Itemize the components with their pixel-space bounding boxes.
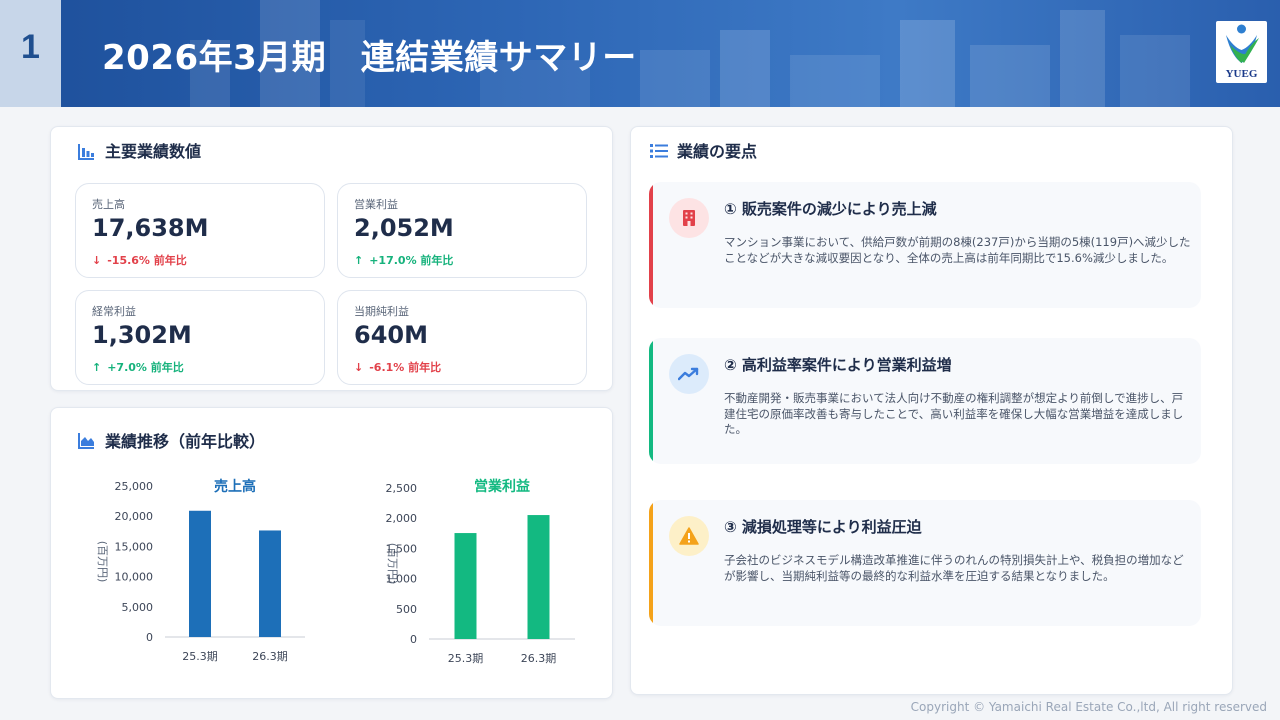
bar-26.3期: [527, 515, 550, 639]
y-tick-label: 1,500: [386, 542, 418, 555]
kpi-change-text: -15.6% 前年比: [107, 254, 187, 267]
sales-bar-chart: 売上高 (百万円) 25,000 20,000 15,000 10,000 5,000 0 25…: [96, 478, 305, 663]
point-item-impairment: ③ 減損処理等により利益圧迫 子会社のビジネスモデル構造改革推進に伴うのれんの特…: [649, 500, 1201, 626]
kpi-change: ↓ -15.6% 前年比: [92, 252, 187, 268]
kpi-card: 主要業績数値 売上高 17,638M ↓ -15.6% 前年比 営業利益 2,0…: [50, 126, 613, 391]
operating-profit-bar-chart: 営業利益(百万円)2,5002,0001,5001,000500025.3期 26…: [386, 478, 575, 665]
point-item-operating-profit-increase: ② 高利益率案件により営業利益増 不動産開発・販売事業において法人向け不動産の権…: [649, 338, 1201, 464]
page-number: 1: [21, 28, 40, 66]
y-axis-label: (百万円): [96, 541, 109, 583]
point-body: マンション事業において、供給戸数が前期の8棟(237戸)から当期の5棟(119戸…: [724, 235, 1191, 265]
kpi-label: 売上高: [92, 198, 125, 211]
list-icon: [650, 144, 668, 158]
kpi-section-title: 主要業績数値: [105, 142, 202, 161]
point-body: 子会社のビジネスモデル構造改革推進に伴うのれんの特別損失計上や、税負担の増加など…: [724, 553, 1184, 583]
kpi-label: 営業利益: [354, 198, 398, 211]
point-body: 不動産開発・販売事業において法人向け不動産の権利調整が想定より前倒しで進捗し、戸…: [724, 391, 1184, 436]
x-tick-label: 26.3期: [252, 650, 288, 663]
point-item-sales-decrease: ① 販売案件の減少により売上減 マンション事業において、供給戸数が前期の8棟(2…: [649, 182, 1201, 308]
page-title: 2026年3月期 連結業績サマリー: [102, 38, 637, 78]
point-title: ② 高利益率案件により営業利益増: [724, 356, 952, 374]
warning-icon: [669, 516, 709, 556]
page-number-box: 1: [0, 0, 61, 107]
accent-bar: [649, 182, 653, 308]
points-section-title: 業績の要点: [677, 142, 758, 161]
kpi-tile-sales: 売上高 17,638M ↓ -15.6% 前年比: [75, 183, 325, 278]
chart-title: 営業利益: [474, 478, 530, 495]
area-chart-icon: [78, 433, 94, 449]
bar-chart-icon: [78, 144, 94, 160]
y-tick-label: 15,000: [115, 540, 154, 553]
logo-text: YUEG: [1225, 68, 1258, 80]
y-tick-label: 0: [146, 631, 153, 644]
bar-25.3期: [454, 533, 477, 639]
chart-title: 売上高: [214, 478, 256, 495]
x-tick-label: 26.3期: [521, 652, 557, 665]
accent-bar: [649, 500, 653, 626]
kpi-change: ↑ +17.0% 前年比: [354, 252, 453, 268]
copyright-text: Copyright © Yamaichi Real Estate Co.,ltd…: [910, 700, 1267, 714]
y-tick-label: 25,000: [115, 480, 154, 493]
y-tick-label: 1,000: [386, 573, 418, 586]
trend-card: 業績推移（前年比較） 売上高 (百万円) 25,000 20,000 15,000 10,…: [50, 407, 613, 699]
logo-mark-icon: [1226, 24, 1259, 63]
x-tick-label: 25.3期: [182, 650, 218, 663]
kpi-change-text: +7.0% 前年比: [107, 361, 184, 374]
company-logo: YUEG: [1216, 21, 1267, 83]
arrow-up-icon: ↑: [92, 360, 102, 374]
arrow-down-icon: ↓: [354, 360, 364, 374]
x-tick-label: 25.3期: [448, 652, 484, 665]
y-tick-label: 20,000: [115, 510, 154, 523]
y-tick-label: 2,000: [386, 512, 418, 525]
kpi-value: 640M: [354, 321, 428, 349]
point-title: ① 販売案件の減少により売上減: [724, 200, 937, 218]
arrow-up-icon: ↑: [354, 253, 364, 267]
kpi-change-text: +17.0% 前年比: [369, 254, 454, 267]
y-tick-label: 10,000: [115, 571, 154, 584]
kpi-label: 経常利益: [92, 305, 136, 318]
y-tick-label: 500: [396, 603, 417, 616]
kpi-tile-ordinary-profit: 経常利益 1,302M ↑ +7.0% 前年比: [75, 290, 325, 385]
point-title: ③ 減損処理等により利益圧迫: [724, 518, 922, 536]
kpi-value: 2,052M: [354, 214, 454, 242]
y-tick-label: 5,000: [122, 601, 154, 614]
bar-26.3期: [259, 530, 281, 637]
kpi-label: 当期純利益: [354, 305, 409, 318]
arrow-down-icon: ↓: [92, 253, 102, 267]
kpi-change-text: -6.1% 前年比: [369, 361, 442, 374]
page-header: 1 2026年3月期 連結業績サマリー YUEG: [0, 0, 1280, 107]
accent-bar: [649, 338, 653, 464]
y-tick-label: 2,500: [386, 482, 418, 495]
kpi-change: ↑ +7.0% 前年比: [92, 359, 184, 375]
bar-25.3期: [189, 510, 211, 637]
kpi-value: 1,302M: [92, 321, 192, 349]
kpi-value: 17,638M: [92, 214, 209, 242]
kpi-tile-net-income: 当期純利益 640M ↓ -6.1% 前年比: [337, 290, 587, 385]
kpi-change: ↓ -6.1% 前年比: [354, 359, 441, 375]
building-icon: [669, 198, 709, 238]
trend-up-icon: [669, 354, 709, 394]
kpi-tile-operating-profit: 営業利益 2,052M ↑ +17.0% 前年比: [337, 183, 587, 278]
y-tick-label: 0: [410, 633, 417, 646]
trend-section-title: 業績推移（前年比較）: [105, 432, 266, 451]
